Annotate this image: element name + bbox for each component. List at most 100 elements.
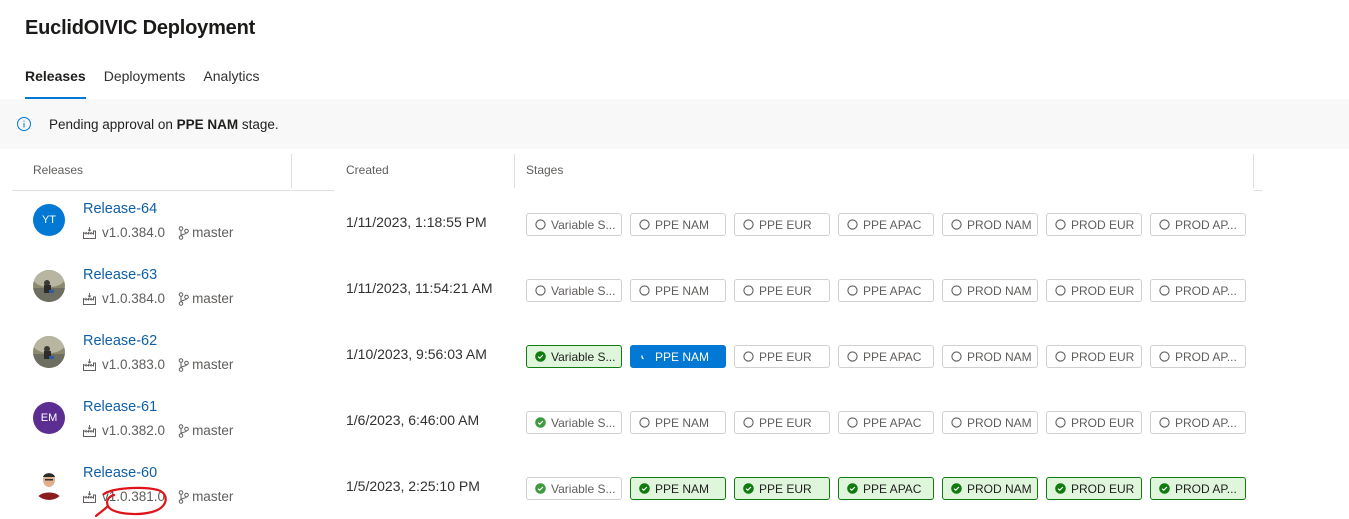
stage-chip[interactable]: PROD AP... (1150, 477, 1246, 500)
stage-pipeline: Variable S... PPE NAM PPE EUR PPE APAC PROD … (526, 213, 1254, 236)
branch-icon (178, 489, 189, 504)
release-row[interactable]: Release-63 v1.0.384.0 master 1/11/2023, 11:… (0, 263, 1349, 329)
tab-deployments[interactable]: Deployments (104, 67, 186, 99)
branch-name[interactable]: master (192, 489, 233, 504)
stage-chip[interactable]: PPE NAM (630, 213, 726, 236)
stage-chip[interactable]: PPE APAC (838, 477, 934, 500)
branch-name[interactable]: master (192, 225, 233, 240)
stage-chip[interactable]: PPE EUR (734, 213, 830, 236)
release-name-link[interactable]: Release-63 (83, 267, 157, 283)
info-banner: Pending approval on PPE NAM stage. (0, 99, 1349, 149)
stage-chip[interactable]: PPE EUR (734, 279, 830, 302)
not-deployed-icon (847, 351, 858, 362)
stage-chip[interactable]: PPE APAC (838, 411, 934, 434)
stage-label: PPE APAC (863, 283, 922, 298)
build-version: v1.0.383.0 (102, 357, 166, 372)
stage-chip[interactable]: PPE APAC (838, 345, 934, 368)
stage-label: PPE APAC (863, 481, 922, 496)
succeeded-icon (951, 483, 962, 494)
stage-chip[interactable]: PPE EUR (734, 411, 830, 434)
release-name-link[interactable]: Release-64 (83, 201, 157, 217)
stage-chip[interactable]: Variable S... (526, 345, 622, 368)
stage-chip[interactable]: Variable S... (526, 279, 622, 302)
not-deployed-icon (743, 285, 754, 296)
column-header-created[interactable]: Created (346, 163, 389, 177)
stage-chip[interactable]: PPE NAM (630, 279, 726, 302)
stage-label: PPE APAC (863, 217, 922, 232)
build-version: v1.0.384.0 (102, 225, 166, 240)
not-deployed-icon (743, 351, 754, 362)
succeeded-icon (1159, 483, 1170, 494)
banner-text-prefix: Pending approval on (49, 116, 177, 132)
release-row[interactable]: YT Release-64 v1.0.384.0 master 1/11/2023, 1… (0, 197, 1349, 263)
stage-chip[interactable]: PROD AP... (1150, 411, 1246, 434)
stage-chip[interactable]: PROD NAM (942, 279, 1038, 302)
stage-chip[interactable]: PROD EUR (1046, 345, 1142, 368)
column-header-releases[interactable]: Releases (33, 163, 83, 177)
stage-label: PPE EUR (759, 217, 812, 232)
release-row[interactable]: EM Release-61 v1.0.382.0 master 1/6/2023, 6:… (0, 395, 1349, 461)
stage-chip[interactable]: PROD EUR (1046, 477, 1142, 500)
stage-chip[interactable]: PROD EUR (1046, 411, 1142, 434)
stage-chip[interactable]: PROD AP... (1150, 279, 1246, 302)
stage-chip[interactable]: Variable S... (526, 477, 622, 500)
stage-chip[interactable]: PPE NAM (630, 477, 726, 500)
column-divider[interactable] (514, 154, 515, 188)
not-deployed-icon (1055, 219, 1066, 230)
stage-chip[interactable]: PROD NAM (942, 411, 1038, 434)
build-icon (83, 424, 96, 437)
build-icon (83, 490, 96, 503)
not-deployed-icon (951, 219, 962, 230)
stage-pipeline: Variable S... PPE NAM PPE EUR PPE APAC PROD … (526, 279, 1254, 302)
release-row[interactable]: Release-60 v1.0.381.0 master 1/5/2023, 2:25… (0, 461, 1349, 519)
stage-chip[interactable]: PROD EUR (1046, 213, 1142, 236)
avatar (33, 336, 65, 368)
branch-icon (178, 357, 189, 372)
stage-chip[interactable]: PROD NAM (942, 345, 1038, 368)
tab-releases[interactable]: Releases (25, 67, 86, 99)
stage-chip[interactable]: PPE EUR (734, 345, 830, 368)
stage-label: PROD EUR (1071, 217, 1135, 232)
release-meta: v1.0.384.0 master (83, 291, 233, 306)
branch-name[interactable]: master (192, 423, 233, 438)
release-name-link[interactable]: Release-60 (83, 465, 157, 481)
stage-chip[interactable]: Variable S... (526, 411, 622, 434)
not-deployed-icon (951, 351, 962, 362)
branch-name[interactable]: master (192, 291, 233, 306)
avatar-photo (33, 468, 65, 500)
avatar-photo (33, 336, 65, 368)
stage-chip[interactable]: Variable S... (526, 213, 622, 236)
succeeded-icon (639, 483, 650, 494)
branch-name[interactable]: master (192, 357, 233, 372)
tab-analytics[interactable]: Analytics (203, 67, 259, 99)
stage-label: PPE NAM (655, 217, 710, 232)
in-progress-spinner-icon (641, 355, 644, 360)
stage-chip[interactable]: PROD AP... (1150, 213, 1246, 236)
stage-label: PPE NAM (655, 415, 710, 430)
stage-chip[interactable]: PPE APAC (838, 279, 934, 302)
not-deployed-icon (1159, 351, 1170, 362)
stage-label: Variable S... (551, 481, 616, 496)
not-deployed-icon (743, 219, 754, 230)
stage-chip[interactable]: PPE APAC (838, 213, 934, 236)
release-row[interactable]: Release-62 v1.0.383.0 master 1/10/2023, 9:5… (0, 329, 1349, 395)
stage-label: PROD AP... (1175, 349, 1237, 364)
avatar-photo (33, 270, 65, 302)
stage-chip[interactable]: PPE NAM (630, 411, 726, 434)
release-name-link[interactable]: Release-62 (83, 333, 157, 349)
stage-label: PPE NAM (655, 283, 710, 298)
stage-label: PPE NAM (655, 349, 710, 364)
stage-chip[interactable]: PROD NAM (942, 477, 1038, 500)
not-deployed-icon (847, 219, 858, 230)
column-divider[interactable] (1253, 154, 1254, 188)
stage-chip[interactable]: PPE NAM (630, 345, 726, 368)
stage-chip[interactable]: PPE EUR (734, 477, 830, 500)
column-divider[interactable] (291, 154, 292, 188)
stage-chip[interactable]: PROD EUR (1046, 279, 1142, 302)
stage-chip[interactable]: PROD AP... (1150, 345, 1246, 368)
column-header-stages[interactable]: Stages (526, 163, 563, 177)
stage-chip[interactable]: PROD NAM (942, 213, 1038, 236)
stage-pipeline: Variable S... PPE NAM PPE EUR PPE APAC PROD … (526, 411, 1254, 434)
release-name-link[interactable]: Release-61 (83, 399, 157, 415)
stage-label: Variable S... (551, 217, 616, 232)
